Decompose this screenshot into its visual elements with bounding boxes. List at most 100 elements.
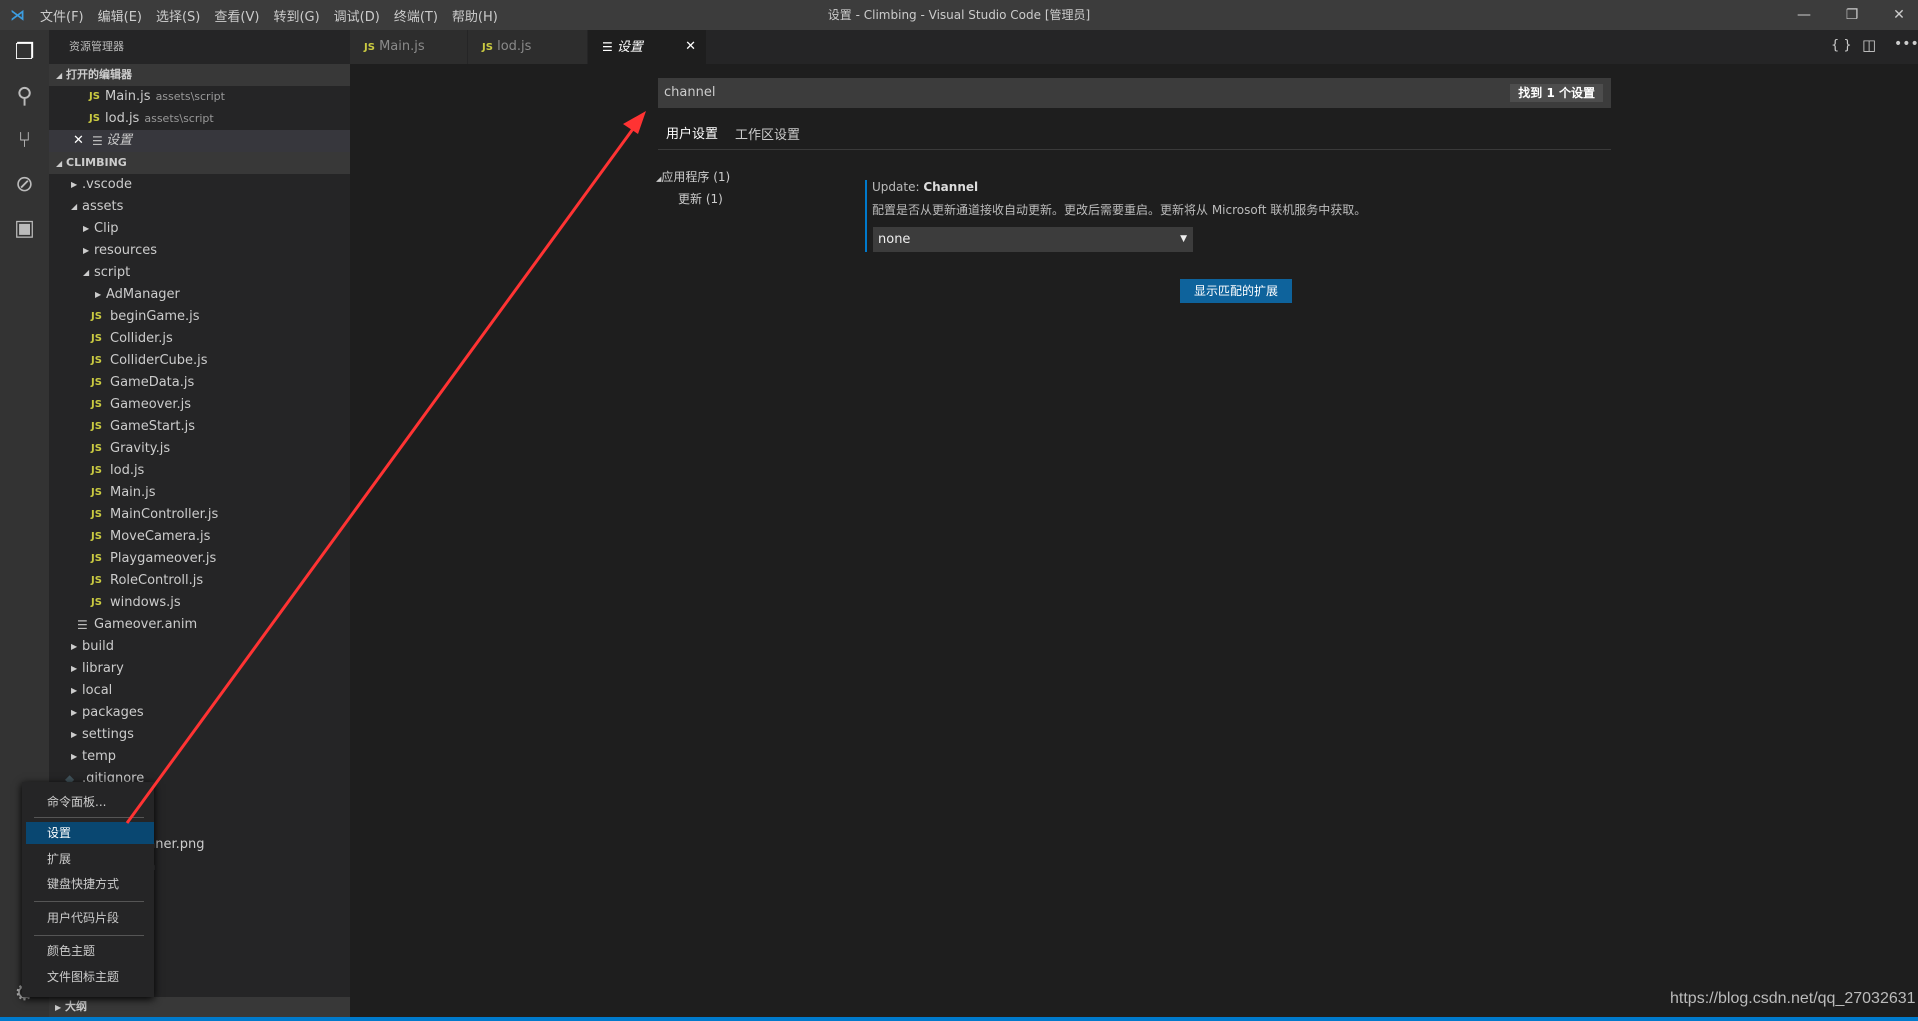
menu-help[interactable]: 帮助(H) xyxy=(452,6,498,25)
toc-label: 应用程序 (1) xyxy=(661,170,731,184)
tree-item[interactable]: JS Gameover.js xyxy=(49,394,350,416)
result-count-badge: 找到 1 个设置 xyxy=(1510,84,1603,102)
split-editor-icon[interactable]: ◫ xyxy=(1862,36,1876,54)
menu-debug[interactable]: 调试(D) xyxy=(334,6,380,25)
tab-settings[interactable]: ☰ 设置 ✕ xyxy=(588,30,707,64)
file-icon: ☰ xyxy=(77,618,88,632)
menu-separator xyxy=(34,901,144,902)
tree-item[interactable]: JS RoleControll.js xyxy=(49,570,350,592)
outline-header[interactable]: ▶ 大纲 xyxy=(49,997,350,1017)
manage-context-menu: 命令面板... 设置 扩展 键盘快捷方式 用户代码片段 颜色主题 文件图标主题 xyxy=(22,782,154,997)
tree-item[interactable]: JS Collider.js xyxy=(49,328,350,350)
menu-file[interactable]: 文件(F) xyxy=(40,6,84,25)
tree-item[interactable]: JS Playgameover.js xyxy=(49,548,350,570)
more-actions-icon[interactable]: ••• xyxy=(1894,36,1918,52)
chevron-collapsed-icon: ▶ xyxy=(83,224,90,233)
tree-item[interactable]: JS lod.js xyxy=(49,460,350,482)
open-editors-header[interactable]: ◢ 打开的编辑器 xyxy=(49,64,350,86)
open-editor-item[interactable]: JS lod.js assets\script xyxy=(49,108,350,130)
file-name: Playgameover.js xyxy=(110,551,217,566)
settings-lines-icon: ☰ xyxy=(92,134,103,148)
update-channel-select[interactable]: none ▼ xyxy=(873,227,1193,252)
tab-label: 设置 xyxy=(616,40,643,55)
tree-item[interactable]: ◢ script xyxy=(49,262,350,284)
menu-item-keyboard-shortcuts[interactable]: 键盘快捷方式 xyxy=(26,873,154,895)
tab-workspace-settings[interactable]: 工作区设置 xyxy=(735,124,800,150)
title-bar: ⋊ 文件(F) 编辑(E) 选择(S) 查看(V) 转到(G) 调试(D) 终端… xyxy=(0,0,1918,30)
tree-item[interactable]: ▶ build xyxy=(49,636,350,658)
close-icon[interactable]: ✕ xyxy=(73,130,84,152)
toc-item-update[interactable]: 更新 (1) xyxy=(678,190,723,207)
outline-label: 大纲 xyxy=(65,1000,87,1013)
file-name: AdManager xyxy=(106,287,180,302)
file-name: Main.js xyxy=(105,89,151,104)
search-icon[interactable]: ⚲ xyxy=(0,74,49,118)
file-name: ColliderCube.js xyxy=(110,353,208,368)
tree-item[interactable]: JS beginGame.js xyxy=(49,306,350,328)
menu-go[interactable]: 转到(G) xyxy=(273,6,319,25)
tree-item[interactable]: ◢ assets xyxy=(49,196,350,218)
menu-item-settings[interactable]: 设置 xyxy=(26,822,154,844)
menu-item-file-icon-theme[interactable]: 文件图标主题 xyxy=(26,966,154,988)
menu-item-user-snippets[interactable]: 用户代码片段 xyxy=(26,907,154,929)
tree-item[interactable]: ▶ AdManager xyxy=(49,284,350,306)
settings-search-input[interactable]: channel 找到 1 个设置 xyxy=(658,78,1611,108)
js-file-icon: JS xyxy=(91,355,102,366)
explorer-icon[interactable]: ❐ xyxy=(0,30,49,74)
tree-item[interactable]: ▶ local xyxy=(49,680,350,702)
js-file-icon: JS xyxy=(91,333,102,344)
menu-view[interactable]: 查看(V) xyxy=(214,6,259,25)
open-editor-item[interactable]: JS Main.js assets\script xyxy=(49,86,350,108)
tree-item[interactable]: JS windows.js xyxy=(49,592,350,614)
tree-item[interactable]: JS GameData.js xyxy=(49,372,350,394)
setting-focus-bar xyxy=(865,180,867,252)
open-editor-item-active[interactable]: ✕ ☰ 设置 xyxy=(49,130,350,152)
tree-item[interactable]: JS ColliderCube.js xyxy=(49,350,350,372)
project-header[interactable]: ◢ CLIMBING xyxy=(49,152,350,174)
file-name: Gameover.js xyxy=(110,397,192,412)
editor-tabs: JS Main.js JS lod.js ☰ 设置 ✕ { } ◫ ••• xyxy=(350,30,1918,64)
show-matching-extensions-button[interactable]: 显示匹配的扩展 xyxy=(1180,279,1292,303)
tab-lod-js[interactable]: JS lod.js xyxy=(468,30,588,64)
toc-item-application[interactable]: ◢应用程序 (1) xyxy=(656,168,730,185)
menu-item-command-palette[interactable]: 命令面板... xyxy=(26,791,154,813)
chevron-collapsed-icon: ▶ xyxy=(71,642,78,651)
menu-separator xyxy=(34,935,144,936)
tree-item[interactable]: JS Main.js xyxy=(49,482,350,504)
file-name: RoleControll.js xyxy=(110,573,204,588)
open-settings-json-icon[interactable]: { } xyxy=(1831,38,1852,53)
tree-item[interactable]: ☰ Gameover.anim xyxy=(49,614,350,636)
file-name: packages xyxy=(82,705,144,720)
tree-item[interactable]: ▶ temp xyxy=(49,746,350,768)
file-name: Main.js xyxy=(110,485,156,500)
tree-item[interactable]: ▶ library xyxy=(49,658,350,680)
tab-main-js[interactable]: JS Main.js xyxy=(350,30,468,64)
menu-item-extensions[interactable]: 扩展 xyxy=(26,848,154,870)
tree-item[interactable]: JS GameStart.js xyxy=(49,416,350,438)
tree-item[interactable]: ▶ resources xyxy=(49,240,350,262)
restore-button[interactable]: ❐ xyxy=(1829,0,1875,30)
tab-user-settings[interactable]: 用户设置 xyxy=(666,123,727,150)
menu-terminal[interactable]: 终端(T) xyxy=(394,6,438,25)
debug-icon[interactable]: ⊘ xyxy=(0,162,49,206)
minimize-button[interactable]: — xyxy=(1781,0,1827,30)
extensions-icon[interactable]: ▣ xyxy=(0,206,49,250)
tree-item[interactable]: ▶ Clip xyxy=(49,218,350,240)
menu-edit[interactable]: 编辑(E) xyxy=(98,6,142,25)
close-window-button[interactable]: ✕ xyxy=(1876,0,1918,30)
file-name: GameStart.js xyxy=(110,419,195,434)
tree-item[interactable]: JS MoveCamera.js xyxy=(49,526,350,548)
tree-item[interactable]: ▶ .vscode xyxy=(49,174,350,196)
source-control-icon[interactable]: ⑂ xyxy=(0,118,49,162)
close-tab-icon[interactable]: ✕ xyxy=(685,30,696,64)
tree-item[interactable]: JS MainController.js xyxy=(49,504,350,526)
tree-item[interactable]: JS Gravity.js xyxy=(49,438,350,460)
menu-item-color-theme[interactable]: 颜色主题 xyxy=(26,940,154,962)
tree-item[interactable]: ▶ packages xyxy=(49,702,350,724)
menu-selection[interactable]: 选择(S) xyxy=(156,6,200,25)
sidebar-title: 资源管理器 xyxy=(69,40,124,53)
chevron-collapsed-icon: ▶ xyxy=(71,730,78,739)
tabs-divider xyxy=(658,149,1611,150)
tree-item[interactable]: ▶ settings xyxy=(49,724,350,746)
js-file-icon: JS xyxy=(91,531,102,542)
